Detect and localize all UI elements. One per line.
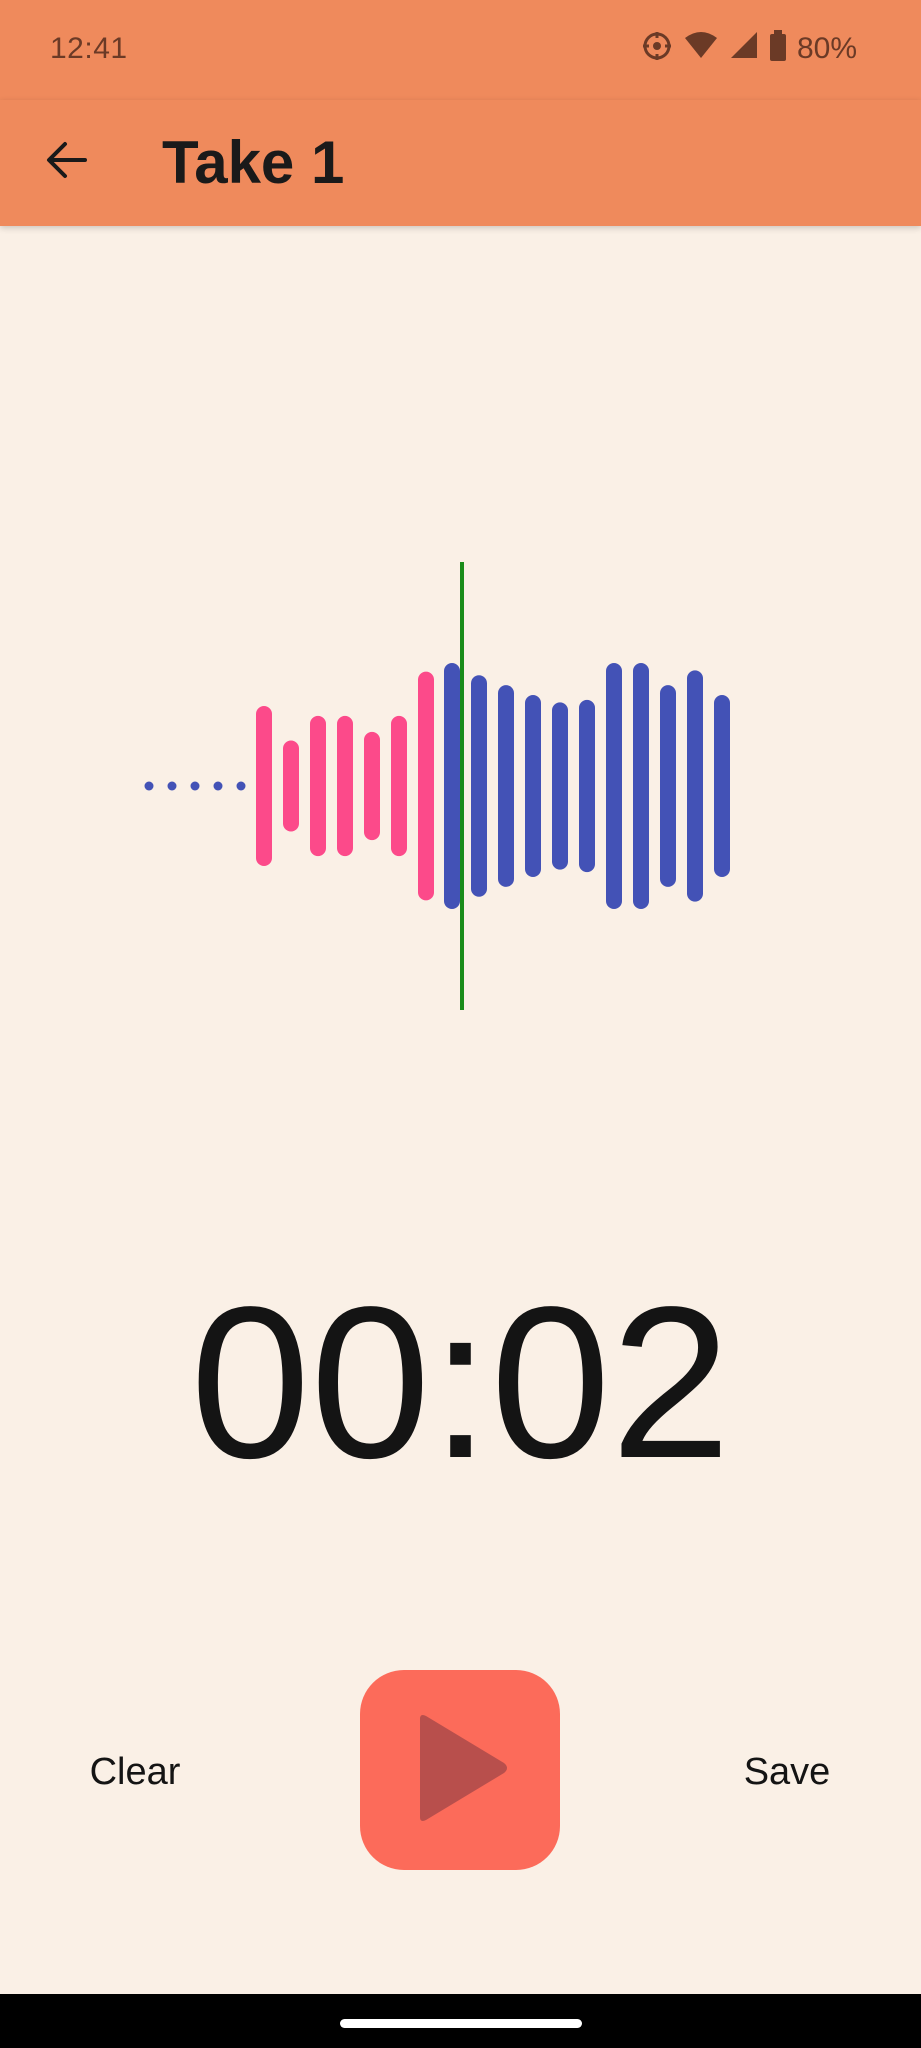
waveform-dot — [167, 781, 177, 791]
waveform-bar-played — [364, 731, 380, 841]
waveform-bar-unplayed — [633, 663, 649, 909]
waveform-played-bars — [256, 671, 434, 901]
waveform-bar-unplayed — [606, 663, 622, 909]
waveform-bar-unplayed — [579, 699, 595, 873]
waveform-dot — [236, 781, 246, 791]
battery-icon — [769, 30, 787, 67]
waveform-bar-played — [310, 715, 326, 857]
home-indicator[interactable] — [340, 2019, 582, 2028]
waveform-bar-played — [418, 671, 434, 901]
waveform[interactable] — [0, 550, 921, 1020]
waveform-leading-dots — [144, 781, 246, 791]
waveform-bar-unplayed — [498, 685, 514, 887]
elapsed-timer: 00:02 — [190, 1261, 731, 1503]
waveform-dot — [190, 781, 200, 791]
waveform-bar-played — [391, 715, 407, 857]
status-bar: 12:41 80% — [0, 0, 921, 100]
waveform-bar-unplayed — [714, 694, 730, 878]
waveform-bar-unplayed — [552, 702, 568, 870]
waveform-bar-unplayed — [660, 685, 676, 887]
play-button[interactable] — [360, 1670, 560, 1870]
play-icon — [410, 1713, 510, 1828]
waveform-bar-unplayed — [471, 675, 487, 897]
waveform-unplayed-bars — [444, 663, 730, 909]
sync-icon — [641, 30, 673, 67]
waveform-bar-played — [256, 706, 272, 866]
waveform-bar-unplayed — [687, 670, 703, 902]
app-bar: Take 1 — [0, 100, 921, 226]
clear-button[interactable]: Clear — [70, 1740, 200, 1804]
battery-percentage: 80% — [796, 31, 857, 65]
arrow-back-icon — [45, 139, 87, 186]
cellular-signal-icon — [729, 30, 759, 67]
waveform-dot — [144, 781, 154, 791]
wifi-icon — [683, 30, 719, 67]
waveform-bar-played — [337, 715, 353, 857]
waveform-bar-unplayed — [444, 663, 460, 909]
back-button[interactable] — [34, 130, 98, 194]
status-time: 12:41 — [50, 32, 128, 65]
status-icons: 80% — [641, 30, 857, 67]
save-button[interactable]: Save — [722, 1740, 852, 1804]
waveform-bar-unplayed — [525, 694, 541, 878]
waveform-dot — [213, 781, 223, 791]
waveform-bar-played — [283, 740, 299, 832]
page-title: Take 1 — [162, 129, 345, 196]
